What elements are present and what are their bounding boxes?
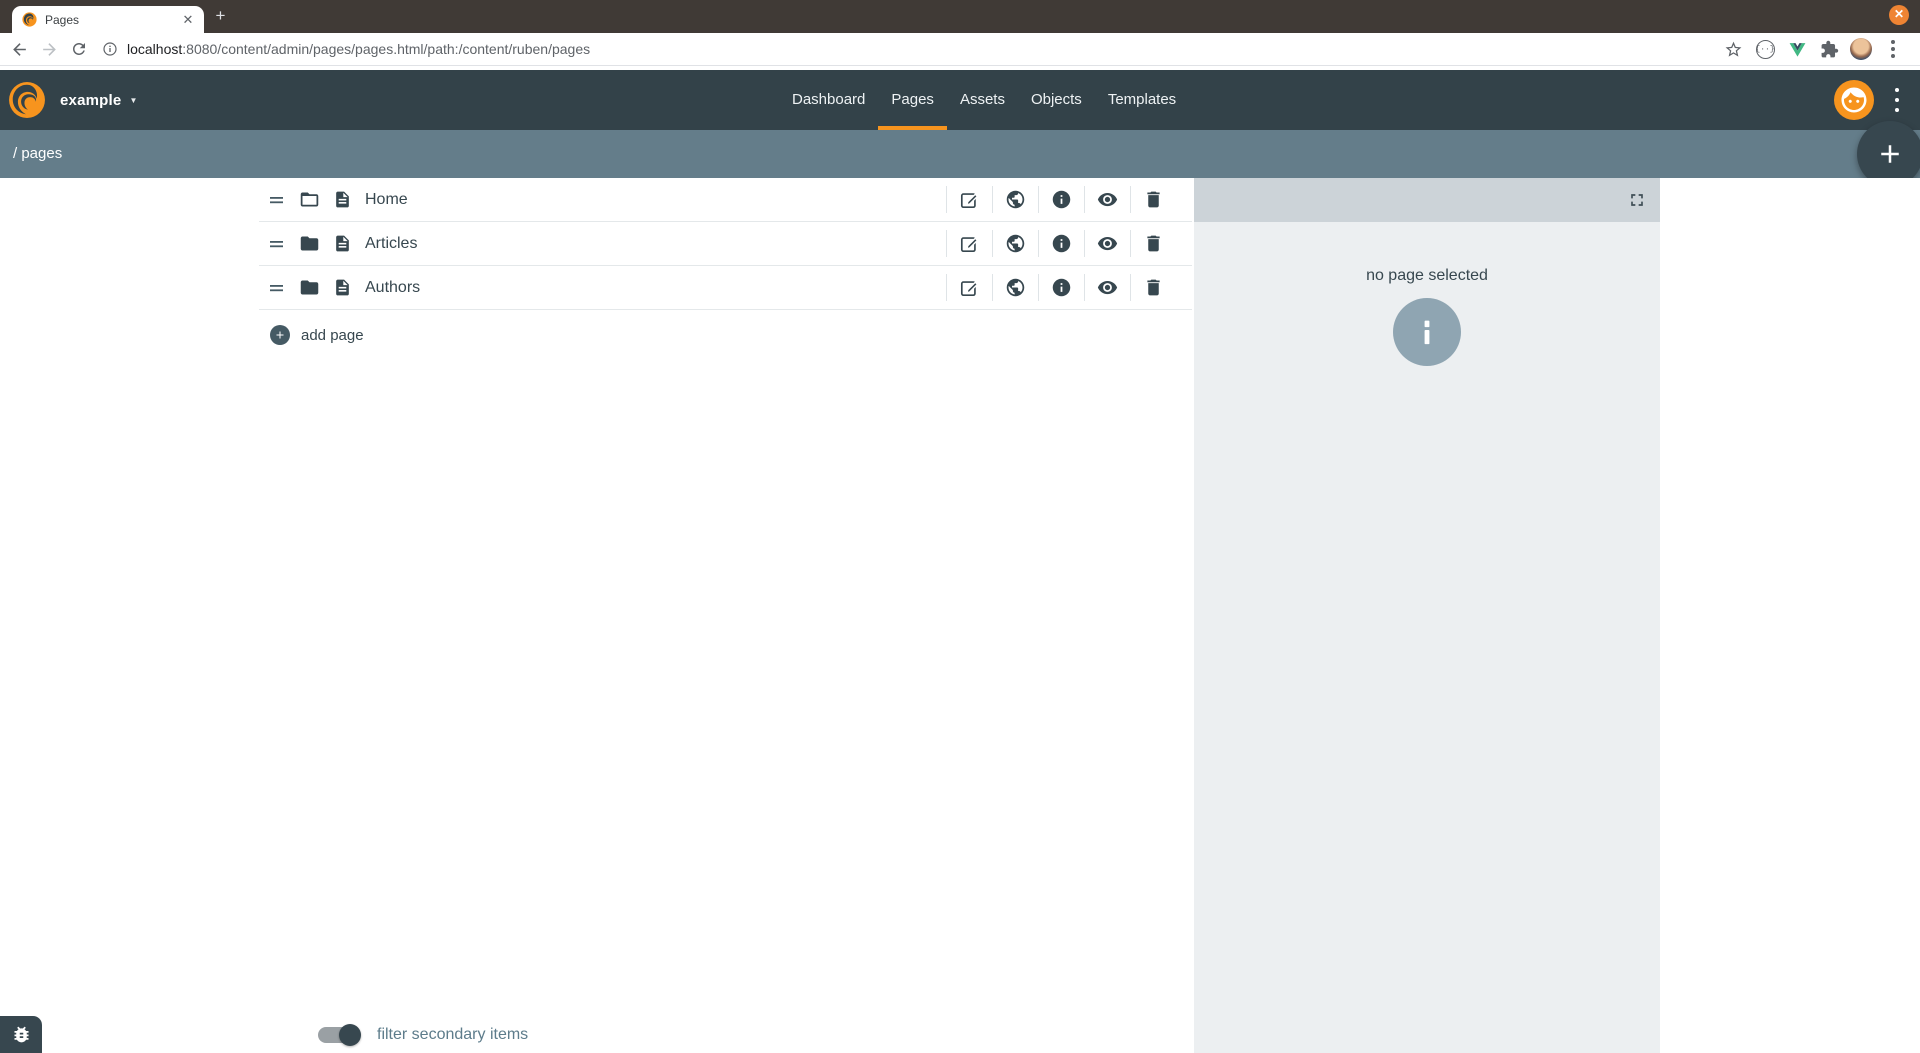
toggle-knob[interactable]	[339, 1024, 361, 1046]
page-name[interactable]: Authors	[365, 279, 420, 297]
add-page-button[interactable]: add page	[270, 320, 1194, 350]
document-icon	[333, 234, 352, 253]
nav-item-dashboard[interactable]: Dashboard	[779, 70, 878, 130]
drag-handle-icon[interactable]	[270, 195, 284, 205]
tab-close-icon[interactable]: ✕	[180, 12, 196, 28]
nav-item-templates[interactable]: Templates	[1095, 70, 1189, 130]
folder-filled-icon	[299, 277, 320, 298]
extensions-puzzle-icon[interactable]	[1814, 35, 1844, 63]
preview-eye-button[interactable]	[1085, 233, 1130, 254]
site-info-icon[interactable]	[102, 41, 118, 57]
delete-button[interactable]	[1131, 277, 1176, 298]
page-list-area: Home Articles	[0, 178, 1194, 1053]
publish-globe-button[interactable]	[993, 233, 1038, 254]
edit-button[interactable]	[947, 233, 992, 254]
info-button[interactable]	[1039, 277, 1084, 298]
browser-tab-pages[interactable]: Pages ✕	[12, 6, 204, 33]
fullscreen-icon[interactable]	[1627, 190, 1647, 210]
address-bar[interactable]: localhost:8080/content/admin/pages/pages…	[127, 41, 590, 57]
edit-button[interactable]	[947, 189, 992, 210]
tab-favicon	[22, 12, 37, 27]
browser-profile-avatar[interactable]	[1846, 35, 1876, 63]
info-placeholder-icon	[1393, 298, 1461, 366]
main-nav: Dashboard Pages Assets Objects Templates	[779, 70, 1189, 130]
chevron-down-icon: ▼	[129, 96, 137, 105]
edit-button[interactable]	[947, 277, 992, 298]
delete-button[interactable]	[1131, 233, 1176, 254]
toggle-label: filter secondary items	[377, 1026, 528, 1044]
browser-tabstrip: Pages ✕ + ✕	[0, 0, 1920, 33]
app-logo-icon[interactable]	[8, 81, 46, 119]
empty-state-message: no page selected	[1194, 267, 1660, 285]
page-name[interactable]: Articles	[365, 235, 417, 253]
folder-filled-icon	[299, 233, 320, 254]
preview-eye-button[interactable]	[1085, 277, 1130, 298]
debug-bug-button[interactable]	[0, 1016, 42, 1053]
row-actions	[946, 230, 1192, 257]
plus-circle-icon	[270, 325, 290, 345]
toggle-switch[interactable]	[318, 1027, 358, 1043]
browser-menu-icon[interactable]	[1878, 35, 1908, 63]
site-name: example	[60, 92, 121, 109]
info-button[interactable]	[1039, 233, 1084, 254]
publish-globe-button[interactable]	[993, 277, 1038, 298]
document-icon	[333, 190, 352, 209]
drag-handle-icon[interactable]	[270, 239, 284, 249]
url-host: localhost	[127, 41, 182, 57]
back-button[interactable]	[4, 35, 34, 63]
reload-button[interactable]	[64, 35, 94, 63]
extension-braces-icon[interactable]: {··}	[1750, 35, 1780, 63]
detail-panel-header	[1194, 178, 1660, 222]
url-path: :8080/content/admin/pages/pages.html/pat…	[182, 41, 590, 57]
detail-panel-body: no page selected	[1194, 222, 1660, 366]
add-page-label: add page	[301, 327, 364, 344]
forward-button[interactable]	[34, 35, 64, 63]
delete-button[interactable]	[1131, 189, 1176, 210]
detail-panel: no page selected	[1194, 178, 1660, 1053]
page-name[interactable]: Home	[365, 191, 408, 209]
site-switcher[interactable]: example ▼	[60, 70, 137, 130]
user-avatar[interactable]	[1834, 80, 1874, 120]
tab-title: Pages	[45, 13, 180, 27]
document-icon	[333, 278, 352, 297]
new-tab-button[interactable]: +	[212, 8, 229, 25]
bookmark-star-icon[interactable]	[1718, 35, 1748, 63]
preview-eye-button[interactable]	[1085, 189, 1130, 210]
app-header: example ▼ Dashboard Pages Assets Objects…	[0, 70, 1920, 130]
row-actions	[946, 186, 1192, 213]
vue-devtools-icon[interactable]	[1782, 35, 1812, 63]
nav-item-assets[interactable]: Assets	[947, 70, 1018, 130]
table-row-home[interactable]: Home	[259, 178, 1192, 222]
nav-item-pages[interactable]: Pages	[878, 70, 947, 130]
filter-secondary-toggle: filter secondary items	[318, 1026, 528, 1044]
app-menu-icon[interactable]	[1890, 88, 1904, 112]
publish-globe-button[interactable]	[993, 189, 1038, 210]
folder-outline-icon	[299, 189, 320, 210]
row-actions	[946, 274, 1192, 301]
right-gap	[1660, 178, 1920, 1053]
content-area: Home Articles	[0, 178, 1920, 1053]
breadcrumb-bar: / pages	[0, 130, 1920, 178]
browser-toolbar: localhost:8080/content/admin/pages/pages…	[0, 33, 1920, 66]
page-rows: Home Articles	[259, 178, 1192, 310]
breadcrumb[interactable]: / pages	[13, 130, 62, 178]
info-button[interactable]	[1039, 189, 1084, 210]
table-row-authors[interactable]: Authors	[259, 266, 1192, 310]
table-row-articles[interactable]: Articles	[259, 222, 1192, 266]
window-close-button[interactable]: ✕	[1889, 5, 1909, 25]
drag-handle-icon[interactable]	[270, 283, 284, 293]
nav-item-objects[interactable]: Objects	[1018, 70, 1095, 130]
